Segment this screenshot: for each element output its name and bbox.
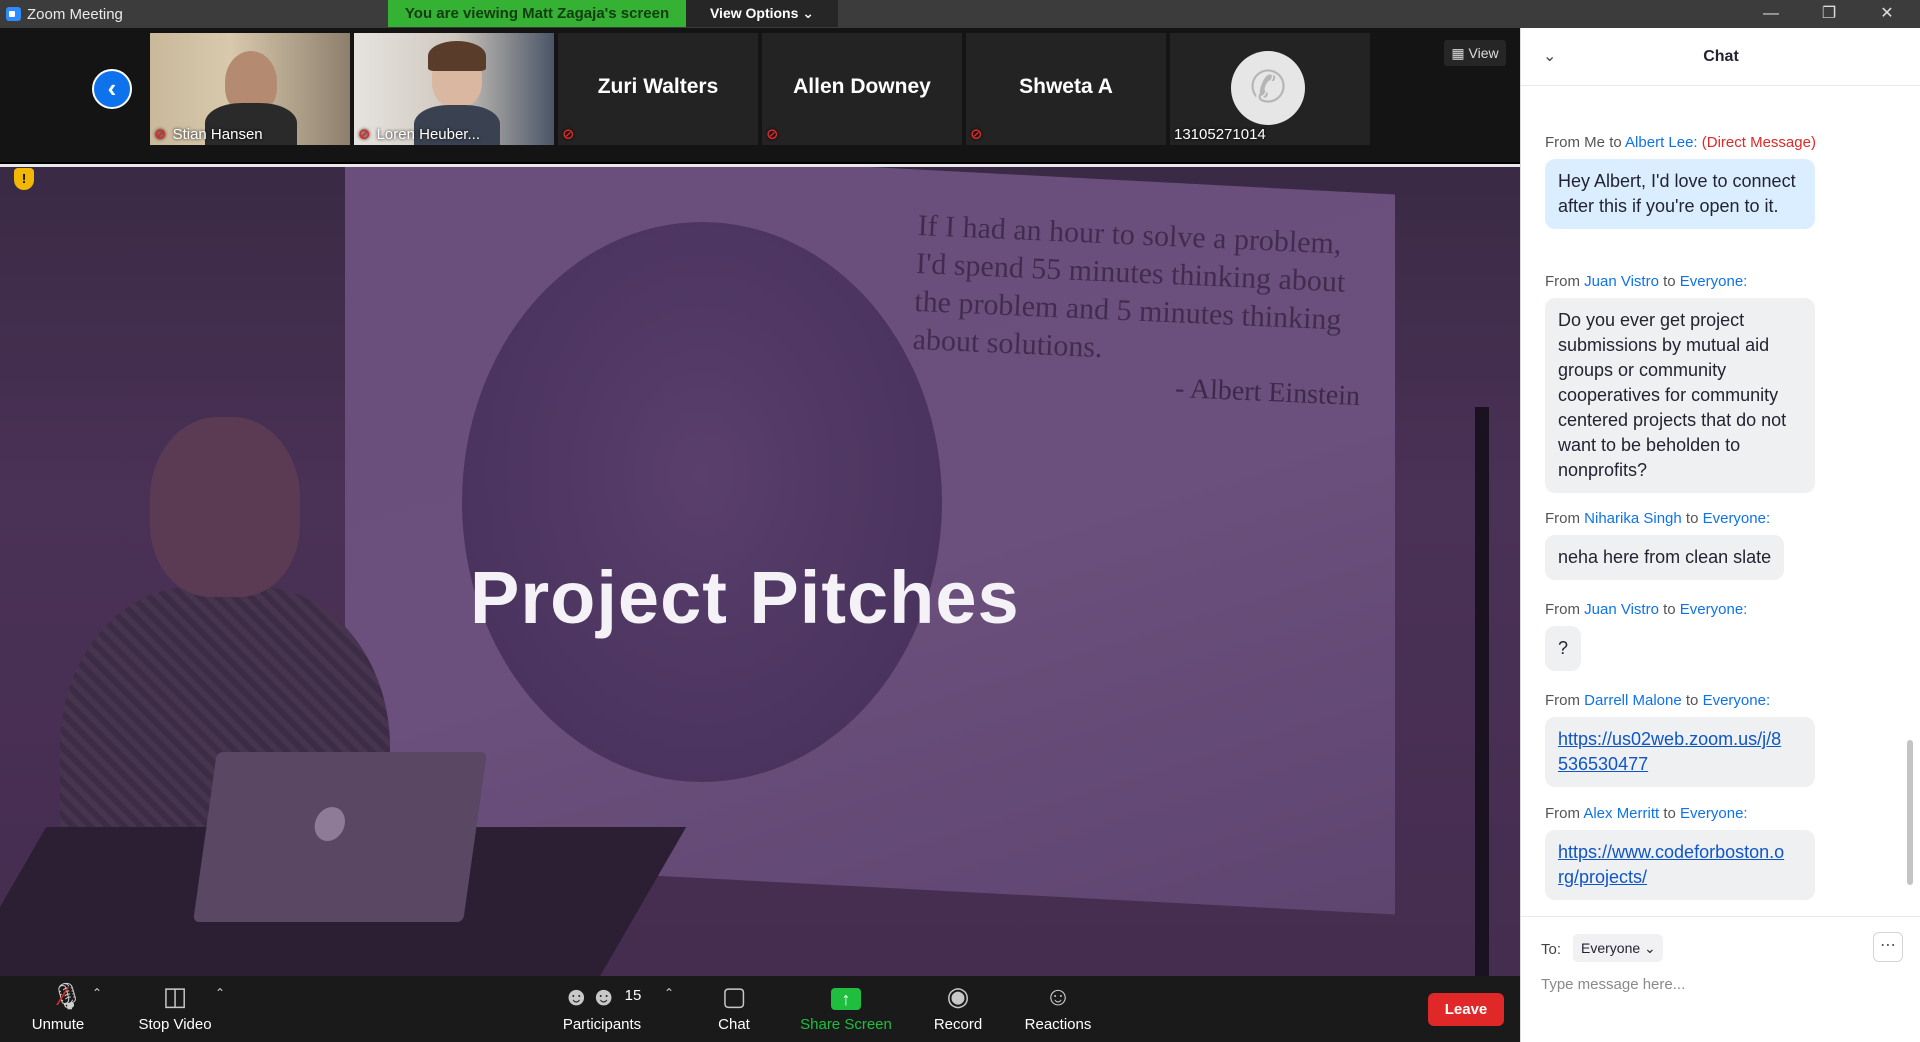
participant-tile[interactable]: ✆ 13105271014 — [1170, 33, 1370, 145]
chat-message: From Alex Merritt to Everyone: https://w… — [1545, 805, 1905, 900]
muted-mic-icon: ⊘ — [154, 126, 167, 143]
einstein-portrait — [462, 222, 942, 782]
chat-message: From Me to Albert Lee: (Direct Message) … — [1545, 134, 1905, 229]
chat-panel: ⌄ Chat From Me to Albert Lee: (Direct Me… — [1520, 28, 1920, 1042]
participant-tile[interactable]: ⊘ Stian Hansen — [150, 33, 350, 145]
message-bubble: https://www.codeforboston.o rg/projects/ — [1545, 830, 1815, 900]
message-bubble: ? — [1545, 626, 1582, 671]
muted-mic-icon: ⊘ — [358, 126, 371, 143]
participant-name: Stian Hansen — [172, 126, 263, 143]
mic-stand — [1475, 407, 1489, 976]
video-options-caret[interactable]: ⌃ — [215, 986, 225, 1000]
participant-tile[interactable]: Allen Downey ⊘ — [762, 33, 962, 145]
message-bubble: Do you ever get project submissions by m… — [1545, 298, 1815, 493]
slide-title: Project Pitches — [470, 556, 1020, 639]
viewing-screen-banner: You are viewing Matt Zagaja's screen — [388, 0, 686, 27]
participants-button[interactable]: ☻☻ 15 Participants — [555, 980, 649, 1040]
chat-message: From Juan Vistro to Everyone: ? — [1545, 601, 1905, 671]
message-link[interactable]: https://us02web.zoom.us/j/8 536530477 — [1558, 729, 1781, 774]
chat-header: ⌄ Chat — [1521, 28, 1920, 86]
sender-name[interactable]: Juan Vistro — [1584, 273, 1659, 290]
participant-hair — [428, 41, 486, 71]
recipient-name[interactable]: Everyone: — [1680, 805, 1748, 822]
smiley-plus-icon: ☺ — [1044, 981, 1072, 1011]
chat-messages: From Me to Albert Lee: (Direct Message) … — [1521, 86, 1913, 916]
phone-icon: ✆ — [1231, 51, 1305, 125]
restore-icon[interactable]: ❐ — [1800, 0, 1858, 28]
recipient-name[interactable]: Everyone: — [1680, 273, 1748, 290]
participant-name: Allen Downey — [793, 75, 931, 98]
muted-mic-icon: 🎙∕ — [50, 981, 84, 1011]
chat-message: From Darrell Malone to Everyone: https:/… — [1545, 692, 1905, 787]
sender-name[interactable]: Juan Vistro — [1584, 601, 1659, 618]
view-options-button[interactable]: View Options ⌄ — [686, 0, 838, 27]
chat-message: From Juan Vistro to Everyone: Do you eve… — [1545, 273, 1905, 493]
recipient-name[interactable]: Everyone: — [1680, 601, 1748, 618]
meeting-stage: ‹ ⊘ Stian Hansen ⊘ Loren Heuber... Zuri Wa… — [0, 28, 1520, 976]
previous-page-button[interactable]: ‹ — [92, 69, 132, 109]
sender-name[interactable]: Darrell Malone — [1584, 692, 1682, 709]
muted-mic-icon: ⊘ — [766, 126, 779, 143]
minimize-icon[interactable]: — — [1742, 0, 1800, 28]
laptop — [193, 752, 487, 922]
participant-name: Shweta A — [1019, 75, 1113, 98]
recipient-name[interactable]: Everyone: — [1703, 510, 1771, 527]
participants-count: 15 — [624, 987, 642, 1004]
chevron-down-icon: ⌄ — [1644, 940, 1656, 956]
zoom-logo-icon — [6, 7, 21, 21]
reactions-button[interactable]: ☺ Reactions — [1020, 980, 1096, 1040]
message-bubble: neha here from clean slate — [1545, 535, 1785, 580]
chat-scrollbar[interactable] — [1907, 740, 1913, 885]
direct-message-tag: (Direct Message) — [1701, 134, 1816, 151]
chat-message-input[interactable] — [1541, 972, 1901, 996]
muted-mic-icon: ⊘ — [970, 126, 983, 143]
view-button[interactable]: ▦ View — [1444, 40, 1506, 66]
chat-title: Chat — [1703, 48, 1739, 65]
unmute-button[interactable]: 🎙∕ Unmute — [18, 980, 98, 1040]
shared-screen: If I had an hour to solve a problem, I'd… — [0, 164, 1520, 976]
participant-tile[interactable]: Zuri Walters ⊘ — [558, 33, 758, 145]
security-shield-icon[interactable]: ! — [14, 168, 34, 190]
recipient-name[interactable]: Albert Lee: — [1625, 134, 1698, 151]
message-bubble: https://us02web.zoom.us/j/8 536530477 — [1545, 717, 1815, 787]
apple-logo — [312, 807, 348, 841]
to-label: To: — [1541, 941, 1562, 958]
participant-tile[interactable]: Shweta A ⊘ — [966, 33, 1166, 145]
participant-name: Loren Heuber... — [376, 126, 480, 143]
chat-button[interactable]: ▢ Chat — [704, 980, 764, 1040]
slide-quote: If I had an hour to solve a problem, I'd… — [912, 209, 1346, 365]
muted-mic-icon: ⊘ — [562, 126, 575, 143]
chat-bubble-icon: ▢ — [721, 981, 747, 1011]
share-screen-icon: ↑ — [831, 988, 861, 1010]
leave-button[interactable]: Leave — [1428, 993, 1504, 1026]
stop-video-button[interactable]: ◫ Stop Video — [130, 980, 220, 1040]
recipient-name[interactable]: Everyone: — [1703, 692, 1771, 709]
participants-icon: ☻☻ — [562, 981, 618, 1011]
record-icon: ◉ — [946, 981, 970, 1011]
recipient-select[interactable]: Everyone ⌄ — [1573, 934, 1663, 962]
participants-options-caret[interactable]: ⌃ — [664, 986, 674, 1000]
title-bar: Zoom Meeting You are viewing Matt Zagaja… — [0, 0, 1920, 28]
sender-name[interactable]: Alex Merritt — [1583, 805, 1659, 822]
sender-name[interactable]: Niharika Singh — [1584, 510, 1682, 527]
record-button[interactable]: ◉ Record — [926, 980, 990, 1040]
meeting-toolbar: 🎙∕ Unmute ⌃ ◫ Stop Video ⌃ ☻☻ 15 Partici… — [0, 976, 1520, 1042]
more-options-button[interactable]: ⋯ — [1873, 932, 1903, 962]
participant-name: Zuri Walters — [597, 75, 719, 98]
participant-strip: ‹ ⊘ Stian Hansen ⊘ Loren Heuber... Zuri Wa… — [0, 28, 1520, 162]
chat-message: From Niharika Singh to Everyone: neha he… — [1545, 510, 1905, 580]
grid-icon: ▦ — [1451, 45, 1469, 61]
close-icon[interactable]: ✕ — [1858, 0, 1916, 28]
participant-tile[interactable]: ⊘ Loren Heuber... — [354, 33, 554, 145]
audio-options-caret[interactable]: ⌃ — [92, 986, 102, 1000]
share-screen-button[interactable]: ↑ Share Screen — [796, 980, 896, 1040]
video-camera-icon: ◫ — [162, 981, 188, 1011]
message-link[interactable]: https://www.codeforboston.o rg/projects/ — [1558, 842, 1784, 887]
message-bubble: Hey Albert, I'd love to connect after th… — [1545, 159, 1815, 229]
chat-composer: To: Everyone ⌄ ⋯ — [1521, 916, 1920, 1042]
participant-name: 13105271014 — [1174, 126, 1266, 143]
window-title: Zoom Meeting — [27, 6, 123, 23]
